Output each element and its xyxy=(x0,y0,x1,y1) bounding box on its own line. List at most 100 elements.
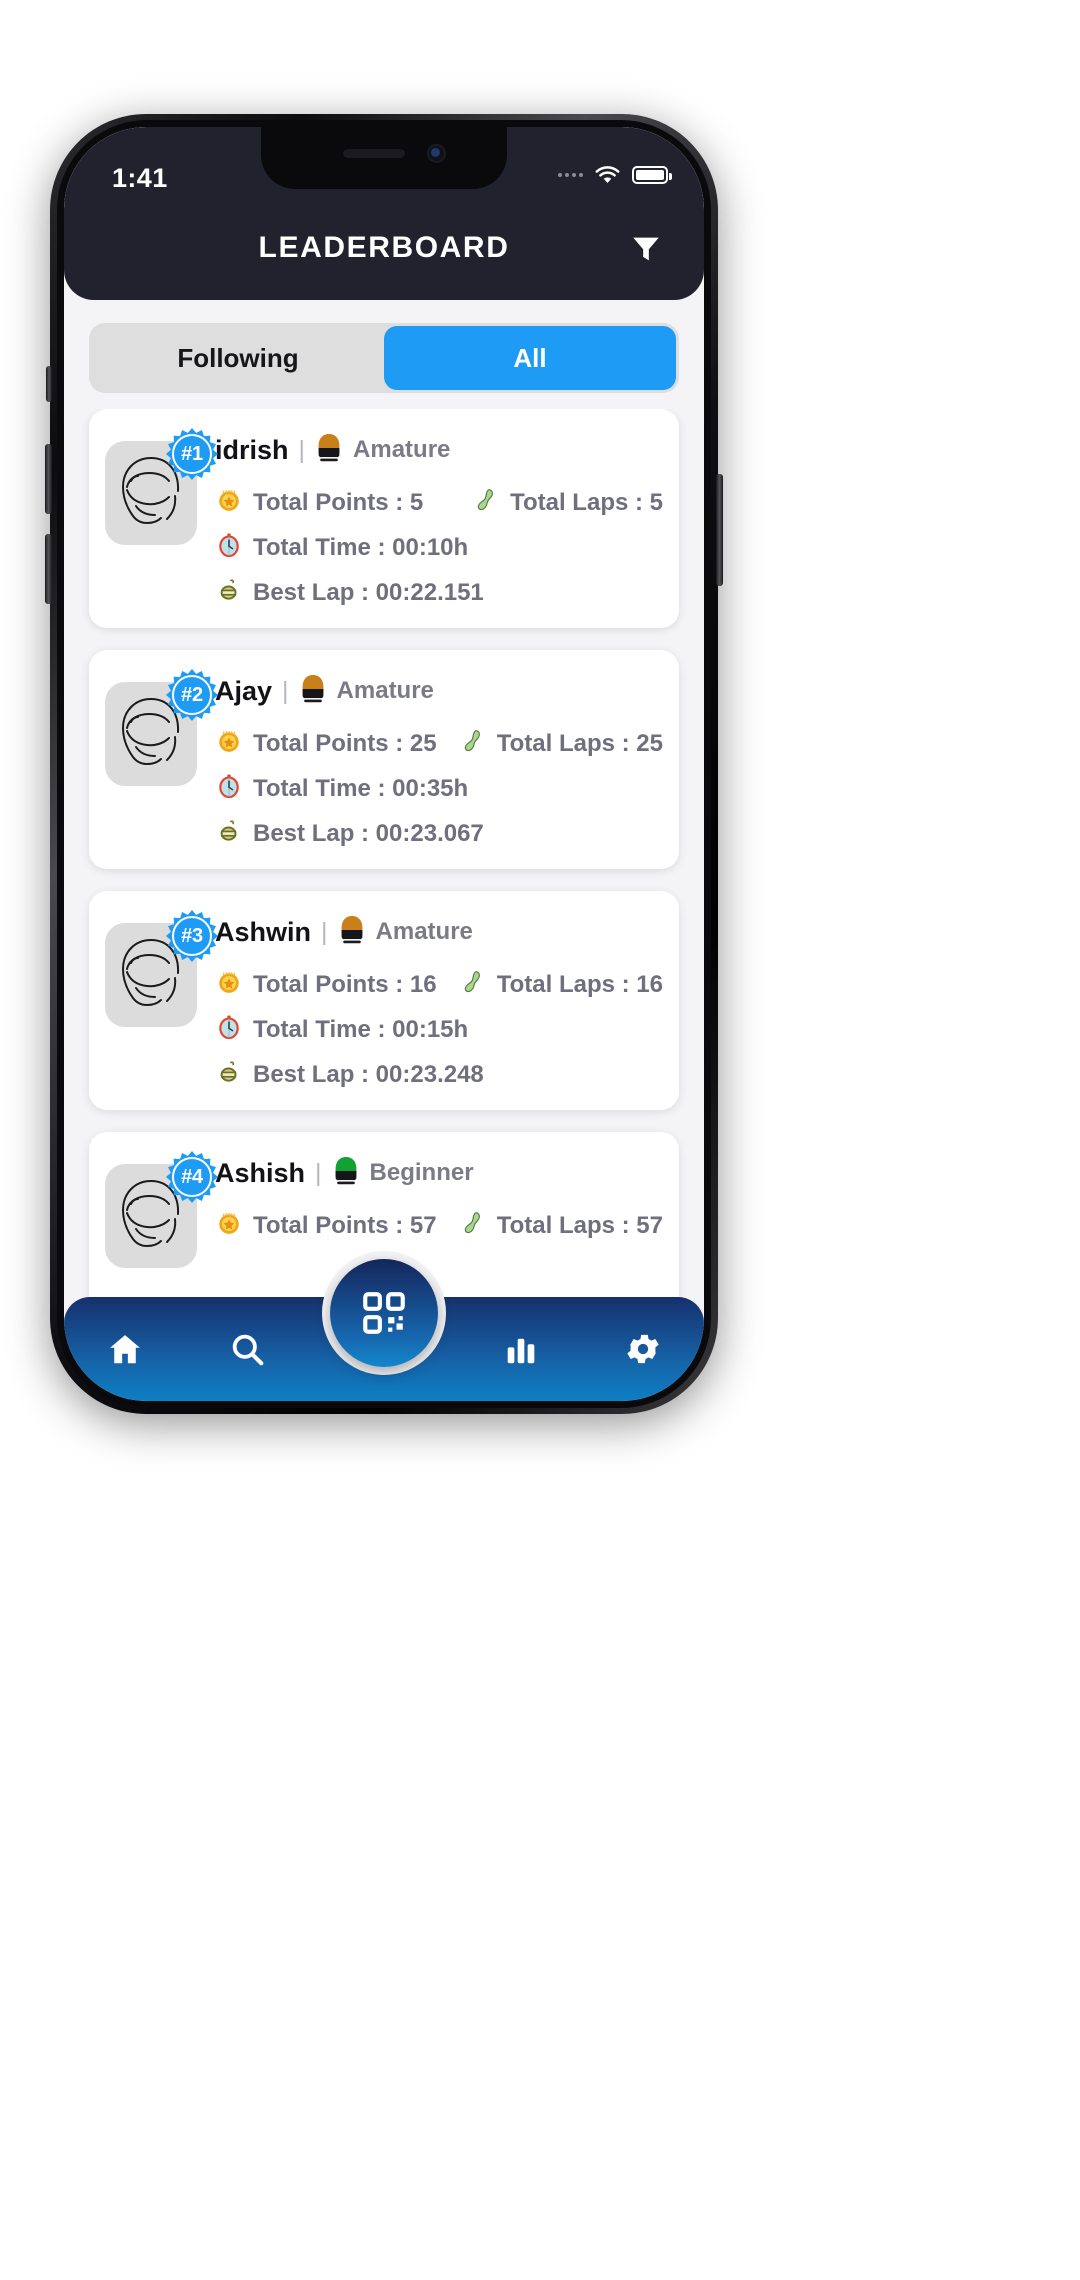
best-lap: Best Lap : 00:23.067 xyxy=(215,818,484,849)
best-lap: Best Lap : 00:22.151 xyxy=(215,577,484,608)
total-points: Total Points : 5 xyxy=(215,487,423,518)
avatar-wrap: #4 xyxy=(105,1150,218,1268)
status-icons xyxy=(558,165,672,185)
player-name-line: Ashwin | Amature xyxy=(215,909,663,955)
total-laps: Total Laps : 25 xyxy=(459,728,663,759)
total-laps-icon xyxy=(459,1210,487,1241)
player-info: Ajay | Amature Total Points : 25 Total Laps … xyxy=(209,668,663,849)
total-laps-text: Total Laps : 5 xyxy=(510,488,663,516)
total-points-icon xyxy=(215,1210,243,1241)
leaderboard-card[interactable]: #2 Ajay | Amature Total Points : 25 Total Lap… xyxy=(89,650,679,869)
mute-switch[interactable] xyxy=(46,366,52,402)
stats-row-primary: Total Points : 5 Total Laps : 5 xyxy=(215,487,663,518)
best-lap-icon xyxy=(215,577,243,608)
rank-label: #4 xyxy=(181,1165,203,1188)
qr-scan-icon xyxy=(363,1292,405,1334)
rank-label: #3 xyxy=(181,924,203,947)
player-name: Ajay xyxy=(215,675,273,706)
filter-button[interactable] xyxy=(624,227,668,271)
nav-search[interactable] xyxy=(186,1297,308,1401)
player-level: Beginner xyxy=(369,1159,474,1186)
total-laps: Total Laps : 57 xyxy=(459,1210,663,1241)
total-points-icon xyxy=(215,728,243,759)
nav-home[interactable] xyxy=(64,1297,186,1401)
volume-down-button[interactable] xyxy=(45,534,52,604)
total-time-icon xyxy=(215,1014,243,1045)
battery-full-icon xyxy=(632,166,672,184)
nav-stats[interactable] xyxy=(460,1297,582,1401)
stats-row-time: Total Time : 00:10h xyxy=(215,532,663,563)
stats-row-time: Total Time : 00:15h xyxy=(215,1014,663,1045)
leaderboard-card[interactable]: #3 Ashwin | Amature Total Points : 16 Total L… xyxy=(89,891,679,1110)
level-helmet xyxy=(332,1156,360,1190)
total-laps-icon xyxy=(459,728,487,759)
total-time: Total Time : 00:10h xyxy=(215,532,468,563)
power-button[interactable] xyxy=(716,474,723,586)
tab-following[interactable]: Following xyxy=(92,326,384,390)
player-name-line: Ashish | Beginner xyxy=(215,1150,663,1196)
total-laps-icon xyxy=(459,969,487,1000)
name-separator: | xyxy=(315,1158,322,1187)
leaderboard-card[interactable]: #1 idrish | Amature Total Points : 5 Total La… xyxy=(89,409,679,628)
nav-settings[interactable] xyxy=(582,1297,704,1401)
total-time-text: Total Time : 00:35h xyxy=(253,774,469,802)
total-time-text: Total Time : 00:10h xyxy=(253,533,469,561)
total-points-text: Total Points : 25 xyxy=(253,729,437,757)
rank-badge: #2 xyxy=(165,668,219,722)
gear-icon xyxy=(627,1334,659,1364)
rank-label: #1 xyxy=(181,442,203,465)
best-lap: Best Lap : 00:23.248 xyxy=(215,1059,484,1090)
player-level: Amature xyxy=(375,918,473,945)
wifi-icon xyxy=(594,165,621,185)
player-name-line: Ajay | Amature xyxy=(215,668,663,714)
rank-badge: #3 xyxy=(165,909,219,963)
total-time: Total Time : 00:35h xyxy=(215,773,468,804)
segmented-tabs[interactable]: Following All xyxy=(89,323,679,393)
total-laps-text: Total Laps : 57 xyxy=(496,1211,663,1239)
player-level: Amature xyxy=(353,436,451,463)
stats-row-time: Total Time : 00:35h xyxy=(215,773,663,804)
volume-up-button[interactable] xyxy=(45,444,52,514)
earpiece-speaker xyxy=(343,149,405,158)
player-level: Amature xyxy=(336,677,434,704)
total-points-text: Total Points : 5 xyxy=(253,488,424,516)
rank-badge: #4 xyxy=(165,1150,219,1204)
tab-all[interactable]: All xyxy=(384,326,676,390)
status-time: 1:41 xyxy=(112,163,168,193)
notch xyxy=(261,127,507,189)
player-name-line: idrish | Amature xyxy=(215,427,663,473)
level-helmet-icon xyxy=(318,434,340,462)
total-points-text: Total Points : 57 xyxy=(253,1211,437,1239)
best-lap-text: Best Lap : 00:23.248 xyxy=(253,1060,484,1088)
total-points-icon xyxy=(215,487,243,518)
bottom-navigation[interactable] xyxy=(64,1251,704,1401)
scan-fab-button[interactable] xyxy=(330,1259,438,1367)
stats-row-bestlap: Best Lap : 00:23.067 xyxy=(215,818,663,849)
player-name: Ashwin xyxy=(215,916,312,947)
bar-chart-icon xyxy=(507,1338,535,1364)
rank-badge: #1 xyxy=(165,427,219,481)
total-laps-text: Total Laps : 25 xyxy=(496,729,663,757)
total-time: Total Time : 00:15h xyxy=(215,1014,468,1045)
total-points: Total Points : 57 xyxy=(215,1210,437,1241)
total-laps-icon xyxy=(472,487,500,518)
best-lap-icon xyxy=(215,818,243,849)
page-title: LEADERBOARD xyxy=(258,231,510,264)
level-helmet xyxy=(315,433,343,467)
avatar-wrap: #2 xyxy=(105,668,218,849)
front-camera xyxy=(427,144,446,163)
player-name: idrish xyxy=(215,434,289,465)
player-info: Ashwin | Amature Total Points : 16 Total Lap… xyxy=(209,909,663,1090)
stats-row-primary: Total Points : 16 Total Laps : 16 xyxy=(215,969,663,1000)
level-helmet xyxy=(338,915,366,949)
filter-funnel-icon xyxy=(633,237,659,261)
best-lap-text: Best Lap : 00:23.067 xyxy=(253,819,484,847)
level-helmet-icon xyxy=(302,675,323,703)
app-bar: 1:41 LEADERBOARD xyxy=(64,127,704,300)
avatar-wrap: #3 xyxy=(105,909,218,1090)
total-points-icon xyxy=(215,969,243,1000)
total-points: Total Points : 25 xyxy=(215,728,437,759)
total-points-text: Total Points : 16 xyxy=(253,970,437,998)
stats-row-primary: Total Points : 25 Total Laps : 25 xyxy=(215,728,663,759)
signal-dots-icon xyxy=(558,173,583,177)
